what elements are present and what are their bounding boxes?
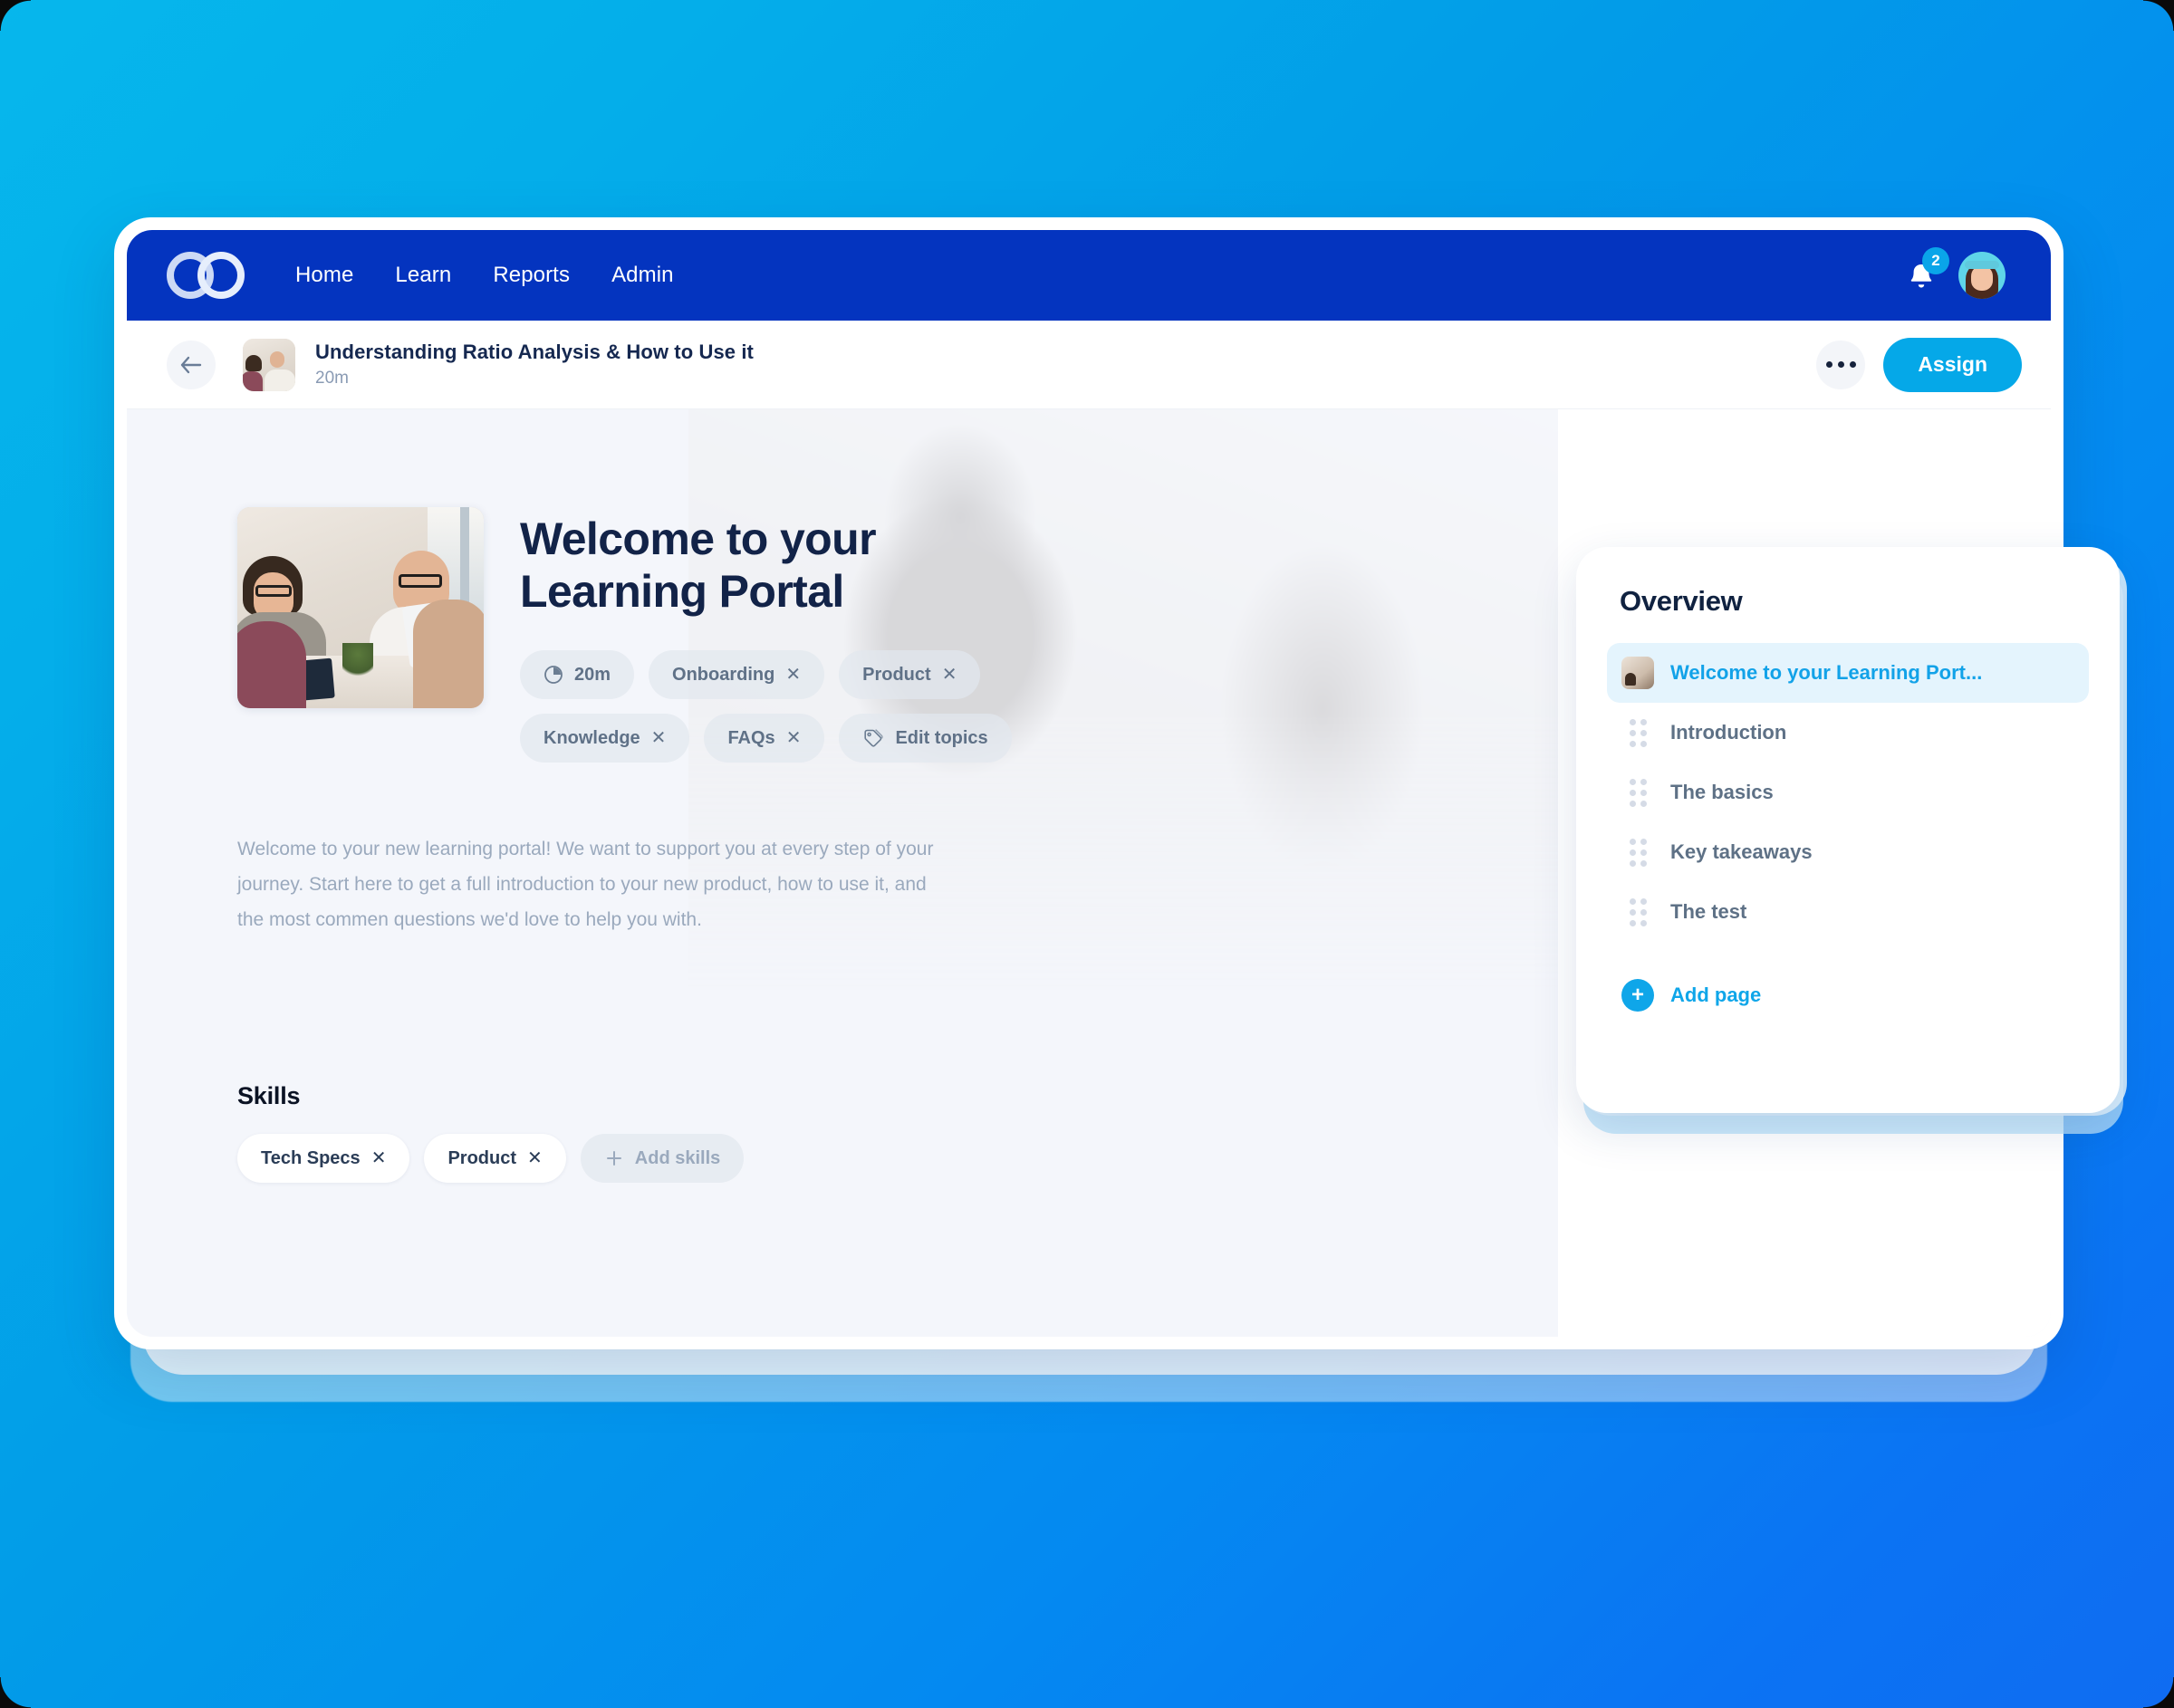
overview-page-list: Welcome to your Learning Port... Introdu… (1607, 643, 2089, 942)
nav-right-cluster: 2 (1904, 247, 2018, 299)
chip-knowledge-label: Knowledge (544, 727, 640, 748)
chip-faqs-label: FAQs (727, 727, 775, 748)
close-icon[interactable]: ✕ (371, 1149, 387, 1167)
chip-onboarding[interactable]: Onboarding ✕ (649, 650, 825, 699)
page-background: Home Learn Reports Admin 2 Understanding… (0, 0, 2174, 1708)
hero-section: Welcome to your Learning Portal 20m Onbo… (237, 507, 1558, 763)
add-page-label: Add page (1670, 984, 1762, 1006)
chip-product-label: Product (862, 664, 931, 685)
overview-item-welcome[interactable]: Welcome to your Learning Port... (1607, 643, 2089, 703)
overview-item-the-test-label: The test (1670, 900, 1747, 923)
ellipsis-icon (1825, 361, 1833, 368)
close-icon[interactable]: ✕ (942, 666, 957, 684)
subheader-actions: Assign (1816, 337, 2022, 392)
skills-chip-list: Tech Specs ✕ Product ✕ Add skills (237, 1134, 1558, 1183)
course-subheader: Understanding Ratio Analysis & How to Us… (127, 321, 2051, 409)
drag-handle-icon[interactable] (1621, 836, 1654, 868)
avatar[interactable] (1958, 252, 2006, 299)
hero-title: Welcome to your Learning Portal (520, 513, 946, 618)
page-thumbnail (1621, 657, 1654, 689)
nav-item-home[interactable]: Home (295, 263, 353, 288)
course-description: Welcome to your new learning portal! We … (237, 839, 934, 930)
chip-faqs[interactable]: FAQs ✕ (704, 714, 825, 763)
skill-chip-product-label: Product (447, 1147, 517, 1168)
notifications-button[interactable]: 2 (1904, 247, 1949, 294)
skill-chip-product[interactable]: Product ✕ (424, 1134, 566, 1183)
edit-topics-label: Edit topics (895, 727, 988, 748)
chip-duration-label: 20m (574, 664, 611, 685)
chip-onboarding-label: Onboarding (672, 664, 775, 685)
plus-circle-icon: + (1621, 979, 1654, 1012)
infinity-loop-logo[interactable] (167, 252, 245, 299)
close-icon[interactable]: ✕ (651, 729, 667, 747)
skill-chip-tech-specs-label: Tech Specs (261, 1147, 361, 1168)
top-navigation-bar: Home Learn Reports Admin 2 (127, 230, 2051, 321)
overview-item-key-takeaways-label: Key takeaways (1670, 840, 1813, 863)
course-duration: 20m (315, 369, 349, 388)
add-page-button[interactable]: + Add page (1607, 965, 2089, 1025)
overview-item-introduction[interactable]: Introduction (1607, 703, 2089, 763)
nav-item-reports[interactable]: Reports (493, 263, 570, 288)
close-icon[interactable]: ✕ (527, 1149, 543, 1167)
overview-item-introduction-label: Introduction (1670, 721, 1787, 744)
skills-section: Skills Tech Specs ✕ Product ✕ Add skills (237, 1082, 1558, 1183)
hero-image (237, 507, 484, 708)
overview-panel: Overview Welcome to your Learning Port..… (1576, 547, 2120, 1113)
add-skills-button[interactable]: Add skills (580, 1134, 745, 1183)
nav-item-learn[interactable]: Learn (395, 263, 451, 288)
drag-handle-icon[interactable] (1621, 716, 1654, 749)
back-button[interactable] (167, 340, 216, 389)
assign-button[interactable]: Assign (1883, 337, 2022, 392)
clock-icon (544, 665, 563, 685)
overview-item-key-takeaways[interactable]: Key takeaways (1607, 822, 2089, 882)
add-skills-label: Add skills (634, 1147, 721, 1168)
hero-title-line-2: Learning Portal (520, 566, 844, 617)
skill-chip-tech-specs[interactable]: Tech Specs ✕ (237, 1134, 410, 1183)
notification-count-badge: 2 (1922, 247, 1949, 274)
arrow-left-icon (179, 356, 203, 374)
topic-chip-list: 20m Onboarding ✕ Product ✕ Knowledge ✕ F… (520, 650, 1154, 763)
drag-handle-icon[interactable] (1621, 896, 1654, 928)
hero-title-line-1: Welcome to your (520, 513, 877, 564)
drag-handle-icon[interactable] (1621, 776, 1654, 809)
page-title: Understanding Ratio Analysis & How to Us… (315, 341, 754, 363)
tag-icon (862, 728, 884, 748)
chip-product[interactable]: Product ✕ (839, 650, 981, 699)
overview-item-welcome-label: Welcome to your Learning Port... (1670, 661, 1983, 684)
chip-knowledge[interactable]: Knowledge ✕ (520, 714, 690, 763)
main-content-column: Welcome to your Learning Portal 20m Onbo… (127, 409, 1558, 1337)
overview-item-the-basics-label: The basics (1670, 781, 1774, 803)
overview-heading: Overview (1620, 585, 1743, 617)
nav-item-admin[interactable]: Admin (611, 263, 674, 288)
overview-item-the-basics[interactable]: The basics (1607, 763, 2089, 822)
primary-nav-links: Home Learn Reports Admin (295, 263, 674, 288)
close-icon[interactable]: ✕ (786, 729, 802, 747)
skills-heading: Skills (237, 1082, 301, 1109)
hero-text: Welcome to your Learning Portal 20m Onbo… (520, 507, 1154, 763)
chip-duration[interactable]: 20m (520, 650, 635, 699)
edit-topics-button[interactable]: Edit topics (839, 714, 1012, 763)
more-options-button[interactable] (1816, 340, 1866, 389)
course-meta: Understanding Ratio Analysis & How to Us… (315, 341, 754, 389)
plus-icon (604, 1148, 624, 1168)
course-thumbnail (243, 338, 295, 391)
overview-item-the-test[interactable]: The test (1607, 882, 2089, 942)
close-icon[interactable]: ✕ (785, 666, 801, 684)
